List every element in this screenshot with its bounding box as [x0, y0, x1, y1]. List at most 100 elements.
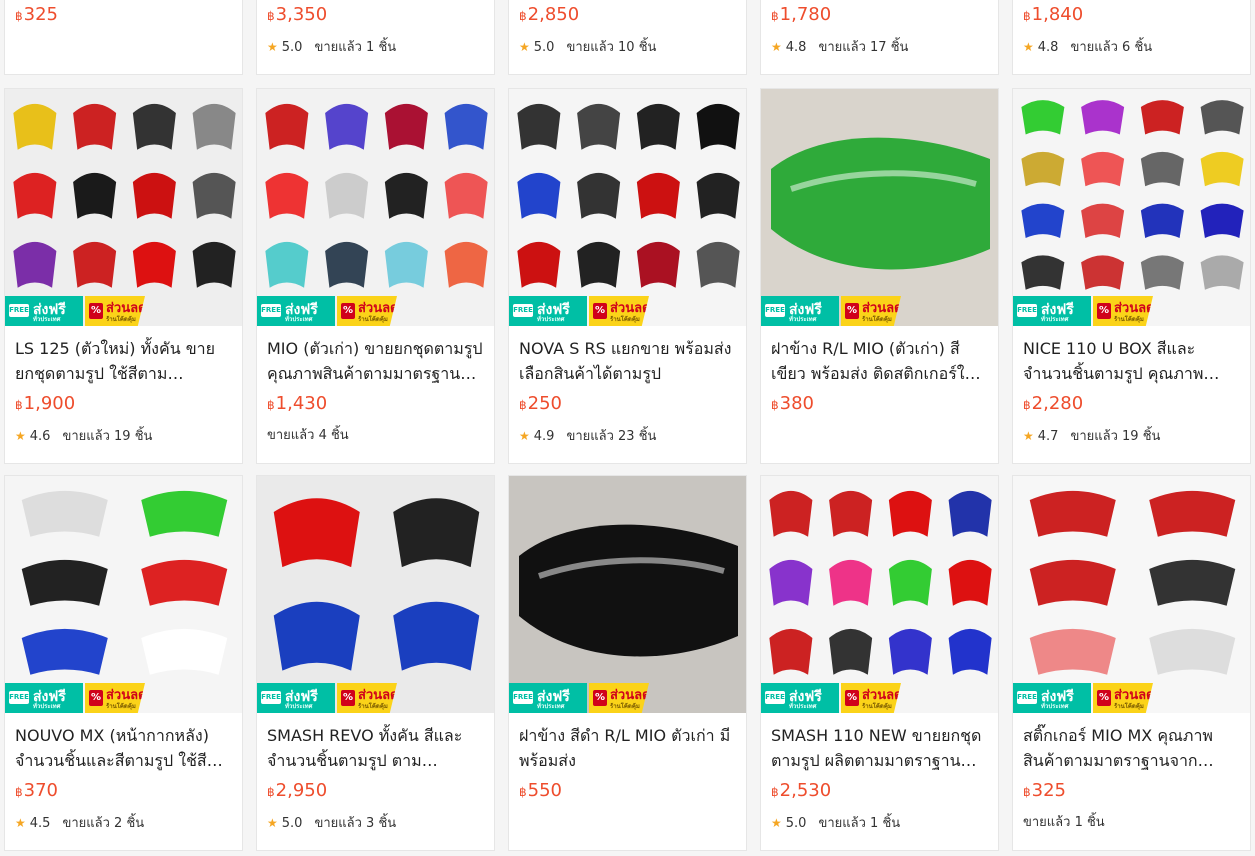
product-name[interactable]: สติ๊กเกอร์ MIO MX คุณภาพสินค้าตามมาตราฐา… — [1023, 723, 1242, 773]
discount-sub: ร้านโค้ดคุ้ม — [862, 703, 892, 710]
discount-sub: ร้านโค้ดคุ้ม — [358, 316, 388, 323]
percent-icon: % — [593, 303, 607, 319]
product-card[interactable]: FREE ส่งฟรี ทั่วประเทศ% ส่วนลด ร้านโค้ดคุ้มฝ… — [508, 475, 747, 851]
product-thumbnail[interactable] — [1013, 89, 1250, 326]
discount-badge: % ส่วนลด ร้านโค้ดคุ้ม — [1093, 683, 1153, 713]
part-shape — [1029, 490, 1116, 537]
rating-value: 4.5 — [29, 816, 51, 831]
part-shape — [517, 172, 561, 219]
part-shape — [1149, 559, 1236, 606]
part-shape — [517, 241, 561, 288]
product-image — [1013, 476, 1250, 713]
free-tag-icon: FREE — [9, 304, 29, 317]
product-thumbnail[interactable] — [257, 89, 494, 326]
part-shape — [273, 601, 360, 671]
product-image — [1013, 89, 1250, 326]
free-tag-icon: FREE — [1017, 691, 1037, 704]
price-value: 370 — [23, 780, 58, 801]
product-card[interactable]: FREE ส่งฟรี ทั่วประเทศ% ส่วนลด ร้านโค้ดคุ้ม N… — [4, 475, 243, 851]
part-shape — [273, 498, 360, 568]
price-value: 2,530 — [779, 780, 832, 801]
product-price: ฿1,900 — [15, 392, 234, 417]
part-shape — [636, 241, 680, 288]
part-shape — [21, 490, 108, 537]
product-thumbnail[interactable] — [5, 89, 242, 326]
product-name[interactable]: SMASH 110 NEW ขายยกชุดตามรูป ผลิตตามมาตร… — [771, 723, 990, 773]
product-card[interactable]: FREE ส่งฟรี ทั่วประเทศ% ส่วนลด ร้านโค้ดคุ้ม S… — [760, 475, 999, 851]
promo-badges: FREE ส่งฟรี ทั่วประเทศ% ส่วนลด ร้านโค้ดคุ้ม — [1013, 683, 1193, 713]
part-shape — [769, 628, 813, 675]
product-card[interactable]: ฿325 — [4, 0, 243, 75]
part-shape — [519, 524, 738, 657]
product-info: NICE 110 U BOX สีและจำนวนชิ้นตามรูป คุณภ… — [1013, 326, 1250, 446]
product-thumbnail[interactable] — [1013, 476, 1250, 713]
part-shape — [1021, 151, 1065, 187]
product-price: ฿250 — [519, 392, 738, 417]
product-thumbnail[interactable] — [257, 476, 494, 713]
product-name[interactable]: NOVA S RS แยกขาย พร้อมส่ง เลือกสินค้าได้… — [519, 336, 738, 386]
product-info: ฿3,350 ★ 5.0 ขายแล้ว 1 ชิ้น — [257, 1, 494, 57]
free-tag-icon: FREE — [765, 691, 785, 704]
rating-sold-row: ★ 4.7 ขายแล้ว 19 ชิ้น — [1023, 427, 1242, 446]
discount-sub: ร้านโค้ดคุ้ม — [106, 316, 136, 323]
product-card[interactable]: ฿1,780 ★ 4.8 ขายแล้ว 17 ชิ้น — [760, 0, 999, 75]
sold-count: ขายแล้ว 6 ชิ้น — [1070, 40, 1153, 55]
part-shape — [1149, 628, 1236, 675]
discount-sub: ร้านโค้ดคุ้ม — [862, 316, 892, 323]
product-card[interactable]: FREE ส่งฟรี ทั่วประเทศ% ส่วนลด ร้านโค้ดคุ้ม M… — [256, 88, 495, 464]
currency-symbol: ฿ — [15, 9, 23, 23]
product-card[interactable]: FREE ส่งฟรี ทั่วประเทศ% ส่วนลด ร้านโค้ดคุ้มส… — [1012, 475, 1251, 851]
part-shape — [1200, 100, 1244, 135]
rating-sold-row: ★ 5.0 ขายแล้ว 3 ชิ้น — [267, 814, 486, 833]
sold-count: ขายแล้ว 3 ชิ้น — [314, 816, 397, 831]
product-info: LS 125 (ตัวใหม่) ทั้งคัน ขายยกชุดตามรูป … — [5, 326, 242, 446]
product-name[interactable]: NICE 110 U BOX สีและจำนวนชิ้นตามรูป คุณภ… — [1023, 336, 1242, 386]
product-thumbnail[interactable] — [509, 476, 746, 713]
part-shape — [325, 103, 369, 150]
product-thumbnail[interactable] — [761, 476, 998, 713]
product-thumbnail[interactable] — [509, 89, 746, 326]
product-info: ฝาข้าง R/L MIO (ตัวเก่า) สีเขียว พร้อมส่… — [761, 326, 998, 417]
product-name[interactable]: ฝาข้าง สีดำ R/L MIO ตัวเก่า มีพร้อมส่ง — [519, 723, 738, 773]
product-info: ฿325 — [5, 1, 242, 28]
product-price: ฿380 — [771, 392, 990, 417]
product-name[interactable]: ฝาข้าง R/L MIO (ตัวเก่า) สีเขียว พร้อมส่… — [771, 336, 990, 386]
part-shape — [325, 241, 369, 288]
product-card[interactable]: FREE ส่งฟรี ทั่วประเทศ% ส่วนลด ร้านโค้ดคุ้ม N… — [508, 88, 747, 464]
product-thumbnail[interactable] — [761, 89, 998, 326]
product-image — [257, 476, 494, 713]
star-icon: ★ — [1023, 429, 1034, 443]
price-value: 1,840 — [1031, 4, 1084, 25]
part-shape — [1029, 628, 1116, 675]
product-name[interactable]: MIO (ตัวเก่า) ขายยกชุดตามรูป คุณภาพสินค้… — [267, 336, 486, 386]
star-icon: ★ — [519, 429, 530, 443]
product-image — [509, 89, 746, 326]
part-shape — [829, 490, 873, 537]
product-name[interactable]: SMASH REVO ทั้งคัน สีและจำนวนชิ้นตามรูป … — [267, 723, 486, 773]
product-thumbnail[interactable] — [5, 476, 242, 713]
promo-badges: FREE ส่งฟรี ทั่วประเทศ% ส่วนลด ร้านโค้ดคุ้ม — [1013, 296, 1193, 326]
product-card[interactable]: FREE ส่งฟรี ทั่วประเทศ% ส่วนลด ร้านโค้ดคุ้มฝ… — [760, 88, 999, 464]
product-card[interactable]: FREE ส่งฟรี ทั่วประเทศ% ส่วนลด ร้านโค้ดคุ้ม S… — [256, 475, 495, 851]
free-shipping-badge: FREE ส่งฟรี ทั่วประเทศ — [5, 683, 83, 713]
free-tag-icon: FREE — [261, 304, 281, 317]
part-shape — [393, 601, 480, 671]
part-shape — [1200, 255, 1244, 290]
part-shape — [444, 103, 488, 150]
free-shipping-badge: FREE ส่งฟรี ทั่วประเทศ — [1013, 683, 1091, 713]
product-name[interactable]: NOUVO MX (หน้ากากหลัง) จำนวนชิ้นและสีตาม… — [15, 723, 234, 773]
product-card[interactable]: FREE ส่งฟรี ทั่วประเทศ% ส่วนลด ร้านโค้ดคุ้ม N… — [1012, 88, 1251, 464]
product-name[interactable]: LS 125 (ตัวใหม่) ทั้งคัน ขายยกชุดตามรูป … — [15, 336, 234, 386]
part-shape — [141, 628, 228, 675]
rating-sold-row: ★ 4.9 ขายแล้ว 23 ชิ้น — [519, 427, 738, 446]
product-card[interactable]: ฿3,350 ★ 5.0 ขายแล้ว 1 ชิ้น — [256, 0, 495, 75]
part-shape — [444, 172, 488, 219]
promo-badges: FREE ส่งฟรี ทั่วประเทศ% ส่วนลด ร้านโค้ดคุ้ม — [257, 296, 437, 326]
product-price: ฿1,780 — [771, 3, 990, 28]
price-value: 325 — [1031, 780, 1066, 801]
part-shape — [1021, 203, 1065, 239]
product-card[interactable]: FREE ส่งฟรี ทั่วประเทศ% ส่วนลด ร้านโค้ดคุ้ม L… — [4, 88, 243, 464]
price-value: 3,350 — [275, 4, 328, 25]
product-card[interactable]: ฿2,850 ★ 5.0 ขายแล้ว 10 ชิ้น — [508, 0, 747, 75]
product-card[interactable]: ฿1,840 ★ 4.8 ขายแล้ว 6 ชิ้น — [1012, 0, 1251, 75]
